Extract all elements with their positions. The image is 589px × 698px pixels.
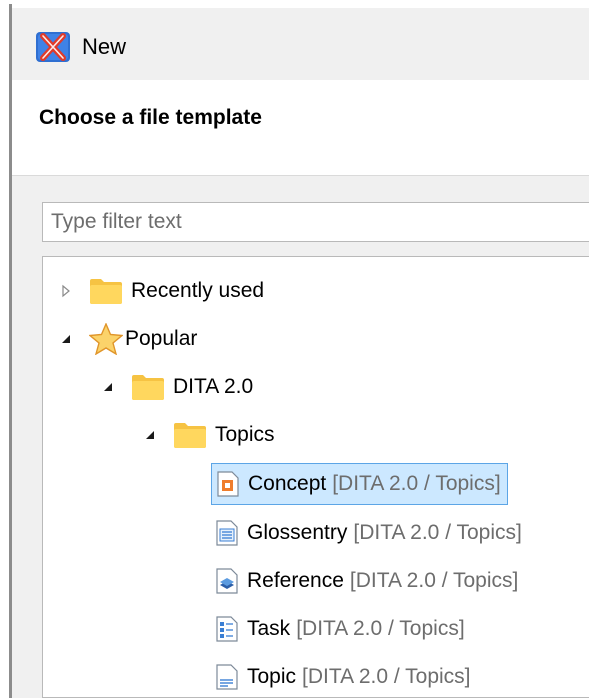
tree-node-recently-used[interactable]: Recently used [59, 271, 264, 311]
folder-icon [132, 375, 164, 400]
new-dialog: New Choose a file template Recently [12, 8, 589, 698]
tree-node-label: Recently used [131, 279, 265, 302]
template-path: [DITA 2.0 / Topics] [296, 617, 465, 640]
template-item-topic[interactable]: Topic [DITA 2.0 / Topics] [215, 657, 471, 697]
oxygen-app-icon [36, 32, 70, 62]
star-icon [89, 323, 123, 355]
expand-arrow-icon[interactable] [59, 284, 73, 298]
template-item-glossentry[interactable]: Glossentry [DITA 2.0 / Topics] [215, 513, 522, 553]
template-label: Glossentry [247, 521, 348, 544]
page-title: Choose a file template [39, 106, 262, 129]
template-path: [DITA 2.0 / Topics] [349, 569, 519, 592]
folder-icon [174, 423, 206, 448]
collapse-arrow-icon[interactable] [101, 380, 115, 394]
topic-icon [216, 664, 238, 690]
dialog-header: Choose a file template [12, 80, 589, 176]
glossentry-icon [216, 520, 238, 546]
template-item-concept[interactable]: Concept [DITA 2.0 / Topics] [211, 463, 508, 505]
template-label: Task [247, 617, 291, 640]
template-label: Reference [247, 569, 344, 592]
tree-node-popular[interactable]: Popular [59, 319, 197, 359]
template-label: Concept [248, 472, 327, 495]
collapse-arrow-icon[interactable] [143, 428, 157, 442]
task-icon [216, 616, 238, 642]
template-path: [DITA 2.0 / Topics] [332, 472, 501, 495]
tree-node-label: Popular [125, 327, 198, 350]
filter-input[interactable] [42, 202, 589, 242]
folder-icon [90, 279, 122, 304]
dialog-title: New [82, 34, 127, 59]
concept-icon [217, 471, 239, 497]
tree-node-label: DITA 2.0 [173, 375, 254, 398]
template-tree[interactable]: Recently used Popular DITA 2.0 Topics Co… [42, 256, 589, 698]
collapse-arrow-icon[interactable] [59, 332, 73, 346]
template-item-reference[interactable]: Reference [DITA 2.0 / Topics] [215, 561, 518, 601]
tree-node-topics[interactable]: Topics [143, 415, 275, 455]
dialog-body: Recently used Popular [12, 176, 589, 698]
tree-node-dita-2-0[interactable]: DITA 2.0 [101, 367, 253, 407]
template-label: Topic [247, 665, 297, 688]
application-frame: New Choose a file template Recently [0, 0, 589, 698]
template-path: [DITA 2.0 / Topics] [353, 521, 522, 544]
template-item-task[interactable]: Task [DITA 2.0 / Topics] [215, 609, 465, 649]
reference-icon [216, 568, 238, 594]
template-path: [DITA 2.0 / Topics] [302, 665, 471, 688]
tree-node-label: Topics [215, 423, 275, 446]
dialog-titlebar[interactable]: New [12, 8, 589, 80]
